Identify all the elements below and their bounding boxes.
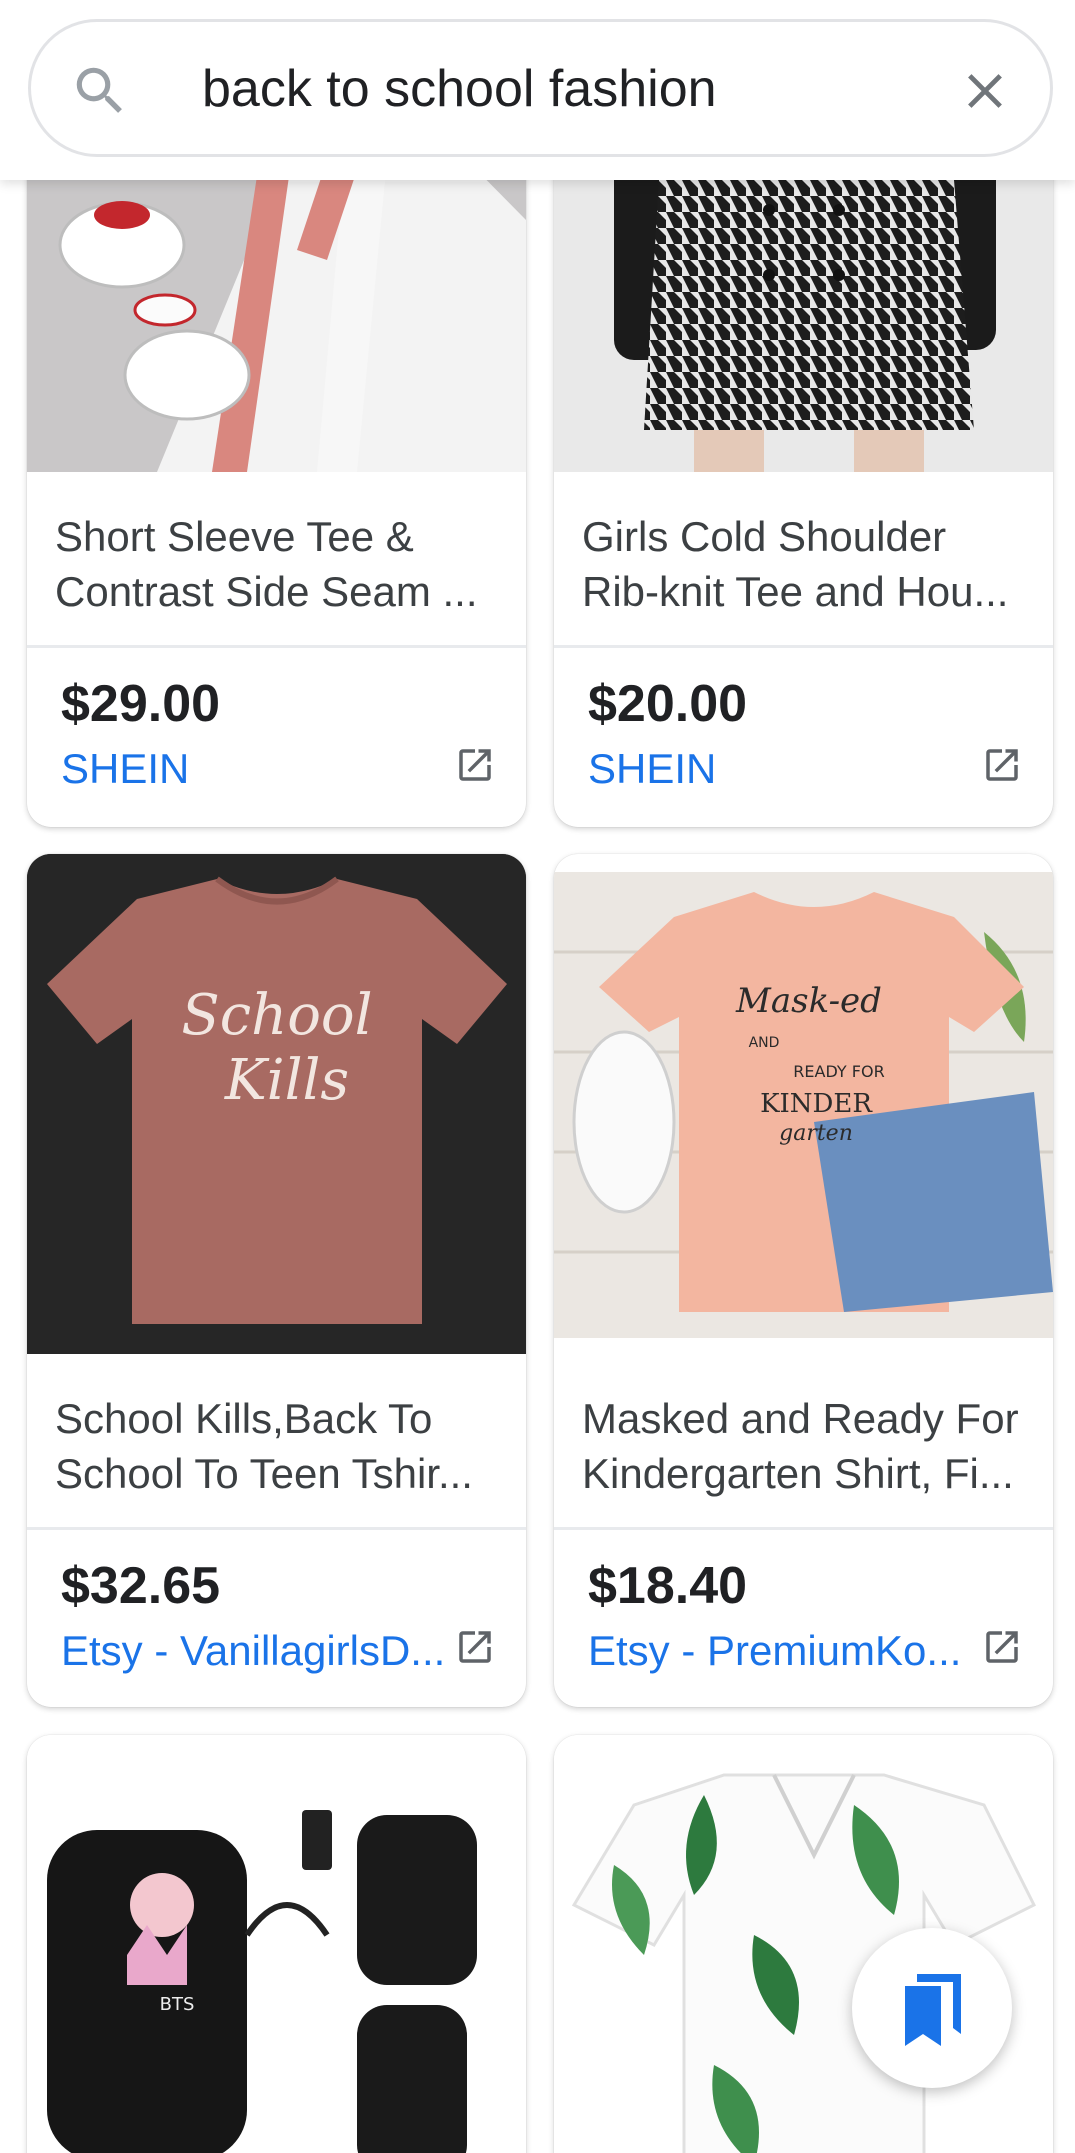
card-divider [554,1527,1053,1530]
product-card[interactable]: Girls Cold Shoulder Rib-knit Tee and Hou… [554,100,1053,827]
product-title-line: Masked and Ready For [582,1395,1019,1442]
open-external-icon[interactable] [981,744,1023,786]
search-input[interactable]: back to school fashion [202,54,717,124]
product-title-line: School To Teen Tshir... [55,1450,473,1497]
product-image[interactable]: School Kills [27,854,526,1354]
product-seller[interactable]: SHEIN [61,743,451,795]
product-image[interactable]: BTS [27,1735,526,2153]
tshirt-print-text: garten [779,1121,853,1146]
card-divider [27,1527,526,1530]
product-title-line: Rib-knit Tee and Hou... [582,568,1009,615]
product-title-line: Kindergarten Shirt, Fi... [582,1450,1014,1497]
product-seller[interactable]: Etsy - VanillagirlsD... [61,1625,451,1677]
product-seller[interactable]: SHEIN [588,743,978,795]
tshirt-print-text: School [181,983,372,1048]
search-bar[interactable]: back to school fashion [28,19,1053,157]
product-card[interactable]: BTS [27,1735,526,2153]
card-divider [554,645,1053,648]
product-image[interactable]: Mask-ed AND READY FOR KINDER garten [554,872,1053,1338]
product-title[interactable]: School Kills,Back To School To Teen Tshi… [55,1391,495,1501]
product-title[interactable]: Masked and Ready For Kindergarten Shirt,… [582,1391,1022,1501]
close-icon[interactable] [956,62,1014,120]
product-seller[interactable]: Etsy - PremiumKo... [588,1625,978,1677]
product-title-line: Short Sleeve Tee & [55,513,414,560]
product-price: $18.40 [588,1557,748,1615]
card-divider [27,645,526,648]
open-external-icon[interactable] [454,1626,496,1668]
product-title-line: Girls Cold Shoulder [582,513,947,560]
product-price: $32.65 [61,1557,221,1615]
product-card[interactable]: School Kills School Kills,Back To School… [27,854,526,1707]
product-price: $29.00 [61,675,221,733]
search-header: back to school fashion [0,0,1075,180]
shopping-results-page: Short Sleeve Tee & Contrast Side Seam ..… [0,0,1075,2153]
search-icon[interactable] [69,60,131,122]
tshirt-print-text: Kills [224,1048,349,1113]
tshirt-print-text: KINDER [760,1089,873,1119]
saved-items-button[interactable] [852,1928,1012,2088]
bookmarks-icon [905,1974,961,2046]
tshirt-print-text: READY FOR [793,1062,884,1081]
product-price: $20.00 [588,675,748,733]
product-card[interactable]: Mask-ed AND READY FOR KINDER garten Mask… [554,854,1053,1707]
open-external-icon[interactable] [454,744,496,786]
product-title-line: School Kills,Back To [55,1395,433,1442]
product-card[interactable]: Short Sleeve Tee & Contrast Side Seam ..… [27,100,526,827]
product-title[interactable]: Short Sleeve Tee & Contrast Side Seam ..… [55,509,495,619]
product-title[interactable]: Girls Cold Shoulder Rib-knit Tee and Hou… [582,509,1022,619]
backpack-print-text: BTS [160,1994,195,2015]
tshirt-print-text: AND [749,1035,780,1051]
open-external-icon[interactable] [981,1626,1023,1668]
tshirt-print-text: Mask-ed [735,981,882,1021]
product-title-line: Contrast Side Seam ... [55,568,478,615]
